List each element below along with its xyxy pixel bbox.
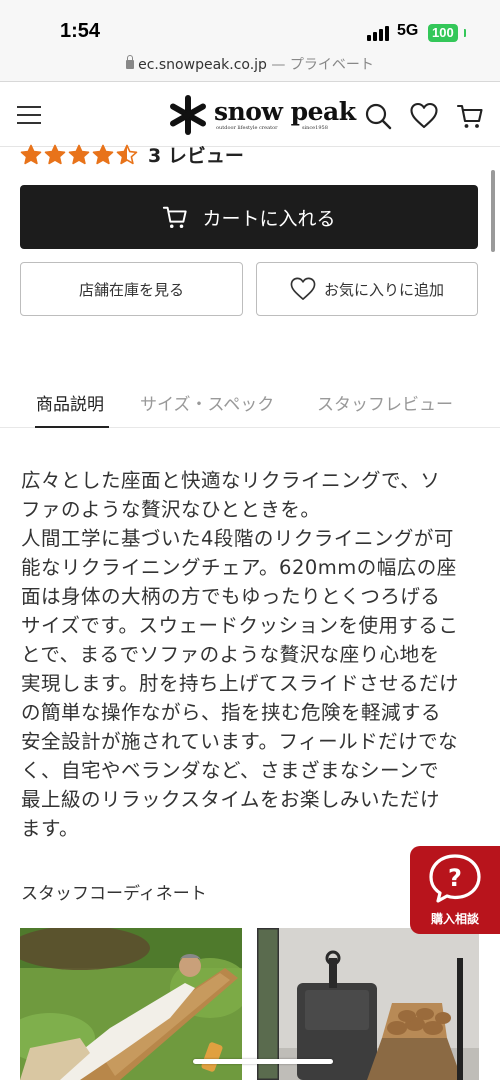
description-line: サイズです。スウェードクッションを使用するこ [21,614,459,637]
heart-icon [290,277,316,300]
description-line: 能なリクライニングチェア。620mmの幅広の座 [21,556,457,579]
active-tab-indicator [35,426,109,428]
review-count: 3 レビュー [148,144,244,167]
staff-coordinate-photo-indoor[interactable] [257,928,479,1080]
staff-coordinate-title: スタッフコーディネート [21,884,207,904]
page-scrollbar[interactable] [491,170,495,252]
question-bubble-icon: ? [429,854,481,903]
description-line: 人間工学に基づいた4段階のリクライニングが可 [21,527,454,550]
store-stock-label: 店舗在庫を見る [78,280,184,299]
site-header: snow peak outdoor lifestyle creator sinc… [0,83,500,147]
add-to-cart-label: カートに入れる [202,207,336,230]
snow-peak-logo[interactable]: snow peak outdoor lifestyle creator sinc… [168,95,356,135]
purchase-consultation-label: 購入相談 [430,912,479,926]
staff-coordinate-photo-outdoor[interactable] [20,928,242,1080]
private-mode-label: プライベート [289,57,374,73]
description-line: 安全設計が施されています。フィールドだけでな [21,730,459,753]
review-summary[interactable]: 3 レビュー [20,140,244,168]
description-line: く、自宅やベランダなど、さまざまなシーンで [21,759,440,782]
description-line: の簡単な操作ながら、指を挟む危険を軽減する [21,701,442,724]
hamburger-menu-icon[interactable] [17,105,41,125]
add-favorite-label: お気に入りに追加 [323,280,444,299]
cart-icon [163,206,188,229]
network-type: 5G [397,22,419,39]
tab-size-spec[interactable]: サイズ・スペック [140,390,274,415]
star-icon [20,144,42,164]
description-line: とで、まるでソファのような贅沢な座り心地を [21,643,440,666]
tab-description[interactable]: 商品説明 [36,390,104,415]
star-icon [68,144,90,164]
description-line: 広々とした座面と快適なリクライニングで、ソ [21,469,441,492]
lock-icon [126,55,135,69]
description-line: ファのような贅沢なひとときを。 [21,498,321,521]
star-rating [20,144,140,165]
description-line: 面は身体の大柄の方でもゆったりとくつろげる [21,585,441,608]
battery-tip [464,29,466,37]
star-icon [44,144,66,164]
cart-icon[interactable] [456,102,484,130]
description-line: 最上級のリラックスタイムをお楽しみいただけ [21,788,441,811]
star-icon [116,144,138,164]
description-line: 実現します。肘を持ち上げてスライドさせるだけ [21,672,460,695]
url-separator: — [266,57,290,73]
product-tabs: 商品説明 サイズ・スペック スタッフレビュー [0,382,500,428]
cellular-signal-icon [367,25,391,41]
status-time: 1:54 [60,20,101,42]
logo-subtext: outdoor lifestyle creator [216,125,278,131]
logo-text: snow peak [214,97,356,126]
add-favorite-button[interactable]: お気に入りに追加 [256,262,478,316]
snowflake-logo-icon [170,95,206,135]
product-description: 広々とした座面と快適なリクライニングで、ソ ファのような贅沢なひとときを。 人間… [21,466,483,843]
star-icon [92,144,114,164]
battery-icon: 100 [428,24,458,42]
home-indicator[interactable] [193,1059,333,1064]
add-to-cart-button[interactable]: カートに入れる [20,185,478,249]
url-domain: ec.snowpeak.co.jp [138,57,267,73]
svg-text:?: ? [448,864,462,892]
url-bar[interactable]: ec.snowpeak.co.jp — プライベート [0,50,500,82]
store-stock-button[interactable]: 店舗在庫を見る [20,262,243,316]
tab-staff-review[interactable]: スタッフレビュー [317,390,453,415]
logo-since: since1958 [302,125,328,131]
search-icon[interactable] [364,102,392,130]
purchase-consultation-button[interactable]: ? 購入相談 [410,846,500,934]
description-line: ます。 [21,817,80,840]
status-bar: 1:54 5G 100 [0,0,500,50]
heart-icon[interactable] [410,102,438,130]
